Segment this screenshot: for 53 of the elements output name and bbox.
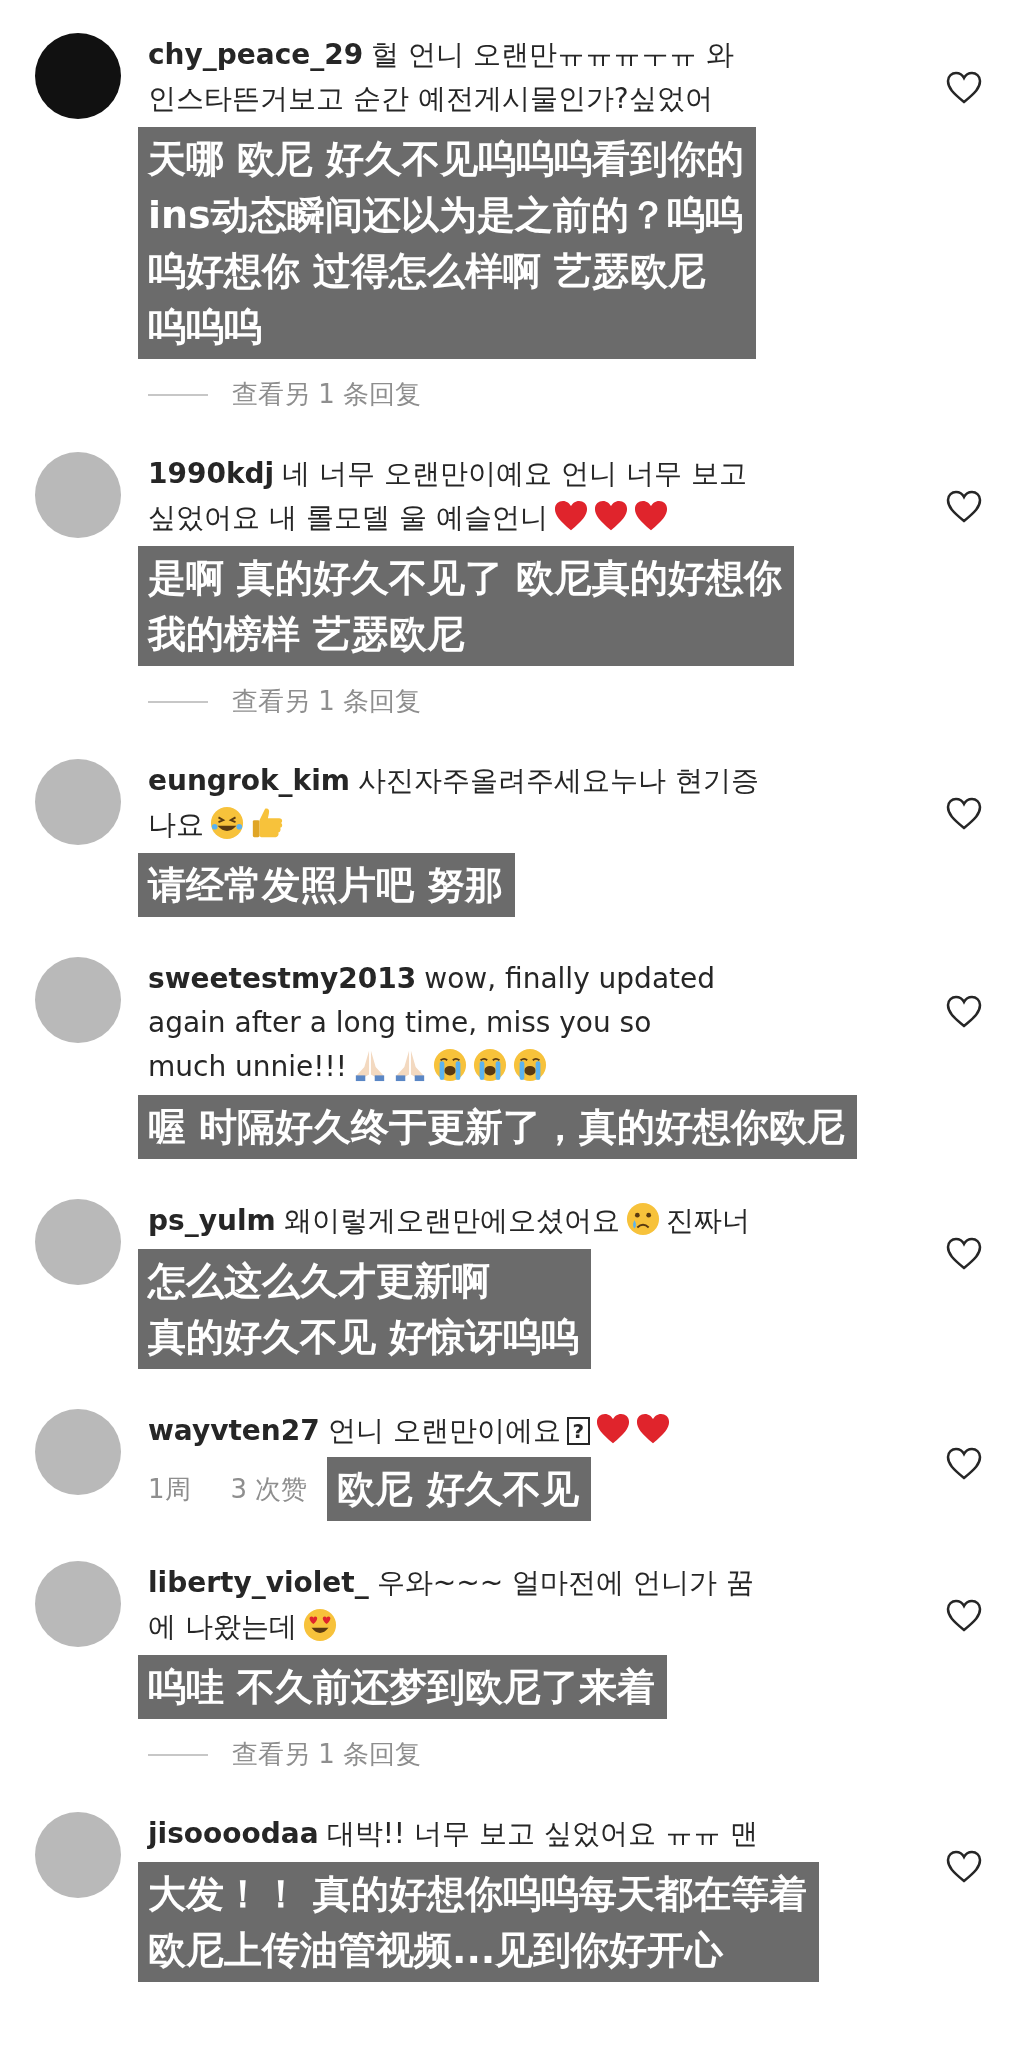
username[interactable]: eungrok_kim: [148, 764, 350, 797]
heart-emoji-icon: [636, 1412, 671, 1446]
username[interactable]: 1990kdj: [148, 457, 275, 490]
subtitle-caption: 欧尼 好久不见: [327, 1457, 591, 1521]
crying-face-icon: [473, 1048, 507, 1082]
missing-glyph: ?: [566, 1417, 591, 1445]
subtitle-caption: 是啊 真的好久不见了 欧尼真的好想你 我的榜样 艺瑟欧尼: [138, 546, 795, 666]
heart-outline-icon[interactable]: [945, 1445, 983, 1481]
username[interactable]: wayvten27: [148, 1414, 320, 1447]
heart-emoji-icon: [633, 499, 668, 533]
heart-outline-icon[interactable]: [945, 795, 983, 831]
comment-text: 네 너무 오랜만이예요 언니 너무 보고: [282, 457, 747, 490]
subtitle-caption: 喔 时隔好久终于更新了，真的好想你欧尼: [138, 1095, 858, 1159]
crying-face-icon: [433, 1048, 467, 1082]
comment-text: 인스타뜬거보고 순간 예전게시물인가?싶었어: [148, 82, 713, 115]
comment-text: 싶었어요 내 롤모델 울 예슬언니: [148, 501, 548, 534]
comment-text: 우와~~~ 얼마전에 언니가 꿈: [376, 1566, 754, 1599]
heart-emoji-icon: [596, 1412, 631, 1446]
comment-text: 나요: [148, 808, 204, 841]
username[interactable]: jisoooodaa: [148, 1817, 319, 1850]
heart-outline-icon[interactable]: [945, 69, 983, 105]
heart-emoji-icon: [593, 499, 628, 533]
sad-tear-face-icon: [625, 1202, 660, 1236]
heart-outline-icon[interactable]: [945, 488, 983, 524]
thumbs-up-icon: [250, 806, 284, 840]
username[interactable]: liberty_violet_: [148, 1566, 369, 1599]
subtitle-caption: 大发！！ 真的好想你呜呜每天都在等着 欧尼上传油管视频...见到你好开心: [138, 1862, 820, 1982]
comment-text: 대박!! 너무 보고 싶었어요 ㅠㅠ 맨: [326, 1817, 758, 1850]
heart-outline-icon[interactable]: [945, 1235, 983, 1271]
heart-outline-icon[interactable]: [945, 993, 983, 1029]
heart-eyes-face-icon: [302, 1608, 337, 1642]
comment-time: 1周: [148, 1472, 191, 1506]
crying-face-icon: [513, 1048, 547, 1082]
comment-text: again after a long time, miss you so: [148, 1006, 652, 1039]
subtitle-caption: 怎么这么久才更新啊 真的好久不见 好惊讶呜呜: [138, 1249, 592, 1369]
subtitle-caption: 请经常发照片吧 努那: [138, 853, 516, 917]
heart-outline-icon[interactable]: [945, 1597, 983, 1633]
comment-text: 왜이렇게오랜만에오셨어요: [283, 1204, 620, 1237]
subtitle-caption: 呜哇 不久前还梦到欧尼了来着: [138, 1655, 668, 1719]
comment-text: 사진자주올려주세요누나 현기증: [357, 764, 759, 797]
comment-text: 언니 오랜만이에요: [327, 1414, 561, 1447]
subtitle-caption: 天哪 欧尼 好久不见呜呜呜看到你的 ins动态瞬间还以为是之前的？呜呜 呜好想你 过得怎么样啊 艺瑟欧尼 呜呜呜: [138, 127, 757, 359]
comment-text: wow, finally updated: [424, 962, 716, 995]
laughing-face-icon: [210, 806, 244, 840]
comment-text: much unnie!!!: [148, 1050, 347, 1083]
heart-emoji-icon: [553, 499, 588, 533]
username[interactable]: sweetestmy2013: [148, 962, 417, 995]
comment-text: 헐 언니 오랜만ㅠㅠㅠㅜㅠ 와: [371, 38, 734, 71]
username[interactable]: chy_peace_29: [148, 38, 364, 71]
comment-text: 진짜너: [665, 1204, 750, 1237]
username[interactable]: ps_yulm: [148, 1204, 276, 1237]
heart-outline-icon[interactable]: [945, 1848, 983, 1884]
comment-text: 에 나왔는데: [148, 1610, 297, 1643]
